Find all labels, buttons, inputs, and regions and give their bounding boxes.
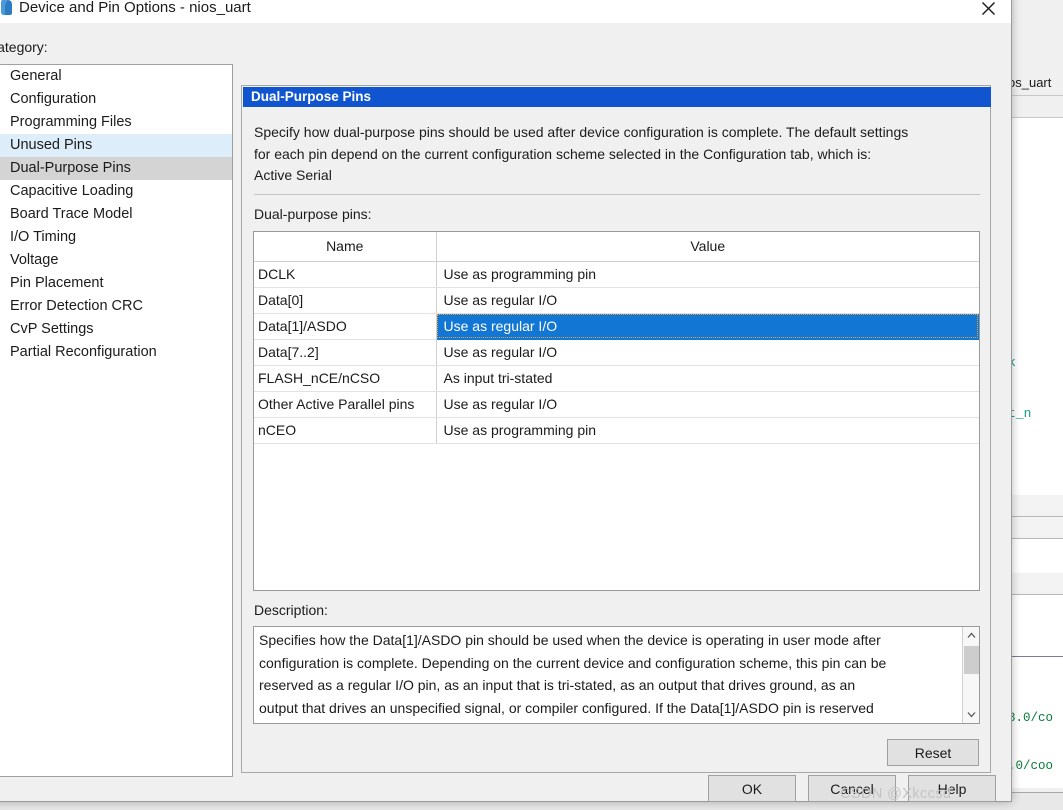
scroll-up-icon[interactable] — [963, 627, 979, 644]
table-row-selected[interactable]: Data[1]/ASDO Use as regular I/O — [254, 313, 979, 340]
column-header-value[interactable]: Value — [436, 232, 979, 262]
pin-value[interactable]: Use as regular I/O — [436, 287, 979, 314]
table-label: Dual-purpose pins: — [254, 206, 372, 222]
quartus-app-icon — [0, 0, 15, 16]
category-label: Category: — [0, 39, 48, 55]
code-line: k — [1008, 354, 1063, 371]
table-row[interactable]: nCEO Use as programming pin — [254, 417, 979, 444]
reset-button[interactable]: Reset — [887, 739, 979, 766]
message-row — [1008, 595, 1063, 635]
sidebar-item-voltage[interactable]: Voltage — [0, 249, 232, 272]
divider — [254, 194, 980, 195]
pin-name[interactable]: DCLK — [254, 261, 437, 288]
close-icon[interactable] — [965, 0, 1011, 23]
help-button[interactable]: Help — [908, 775, 996, 802]
sidebar-item-unused-pins[interactable]: Unused Pins — [0, 134, 232, 157]
description-line-4: output that drives an unspecified signal… — [259, 699, 874, 716]
sidebar-item-pin-placement[interactable]: Pin Placement — [0, 272, 232, 295]
log-line: .0/coo — [1008, 759, 1054, 773]
pane-description: Specify how dual-purpose pins should be … — [254, 122, 980, 187]
sidebar-item-programming-files[interactable]: Programming Files — [0, 111, 232, 134]
dialog-title: Device and Pin Options - nios_uart — [19, 0, 251, 16]
intro-line-2: for each pin depend on the current confi… — [254, 145, 872, 162]
pin-value-selected[interactable]: Use as regular I/O — [436, 313, 979, 340]
pin-name[interactable]: Data[7..2] — [254, 339, 437, 366]
description-scrollbar[interactable] — [962, 627, 979, 723]
cancel-button[interactable]: Cancel — [808, 775, 896, 802]
code-line: t_n — [1008, 406, 1032, 421]
dialog-titlebar[interactable]: Device and Pin Options - nios_uart — [0, 0, 1011, 23]
device-and-pin-options-dialog: Device and Pin Options - nios_uart Categ… — [0, 0, 1012, 802]
description-content: Specifies how the Data[1]/ASDO pin shoul… — [259, 629, 949, 723]
pin-name[interactable]: Other Active Parallel pins — [254, 391, 437, 418]
sidebar-item-error-detection-crc[interactable]: Error Detection CRC — [0, 295, 232, 318]
description-label: Description: — [254, 602, 328, 618]
category-list[interactable]: General Configuration Programming Files … — [0, 64, 233, 777]
sidebar-item-partial-reconfiguration[interactable]: Partial Reconfiguration — [0, 341, 232, 364]
background-message-rows — [1008, 455, 1063, 678]
description-line-2: configuration is complete. Depending on … — [259, 654, 887, 671]
sidebar-item-board-trace-model[interactable]: Board Trace Model — [0, 203, 232, 226]
dialog-body: Category: General Configuration Programm… — [0, 23, 1011, 802]
table-row[interactable]: FLASH_nCE/nCSO As input tri-stated — [254, 365, 979, 392]
pin-name[interactable]: Data[1]/ASDO — [254, 313, 437, 340]
sidebar-item-io-timing[interactable]: I/O Timing — [0, 226, 232, 249]
pin-name[interactable]: FLASH_nCE/nCSO — [254, 365, 437, 392]
intro-line-1: Specify how dual-purpose pins should be … — [254, 124, 909, 140]
table-row[interactable]: DCLK Use as programming pin — [254, 261, 979, 288]
dual-purpose-pins-table[interactable]: Name Value DCLK Use as programming pin D… — [253, 231, 980, 591]
dual-purpose-pins-pane: Dual-Purpose Pins Specify how dual-purpo… — [241, 85, 991, 773]
sidebar-item-general[interactable]: General — [0, 65, 232, 88]
pin-value[interactable]: Use as regular I/O — [436, 391, 979, 418]
message-row — [1008, 573, 1063, 595]
table-row[interactable]: Other Active Parallel pins Use as regula… — [254, 391, 979, 418]
pin-value[interactable]: Use as regular I/O — [436, 339, 979, 366]
message-row — [1008, 635, 1063, 657]
code-blank-space — [1008, 152, 1063, 320]
sidebar-item-cvp-settings[interactable]: CvP Settings — [0, 318, 232, 341]
background-editor-toolbar — [1008, 96, 1063, 118]
pin-name[interactable]: Data[0] — [254, 287, 437, 314]
description-line-5: as a regular I/O pin, the Data[1]/ASDO p… — [259, 719, 949, 723]
scroll-down-icon[interactable] — [963, 706, 979, 723]
description-textbox[interactable]: Specifies how the Data[1]/ASDO pin shoul… — [253, 626, 980, 724]
sidebar-item-configuration[interactable]: Configuration — [0, 88, 232, 111]
table-row[interactable]: Data[0] Use as regular I/O — [254, 287, 979, 314]
scrollbar-thumb[interactable] — [964, 646, 979, 674]
pin-value[interactable]: Use as programming pin — [436, 261, 979, 288]
description-line-3: reserved as a regular I/O pin, as an inp… — [259, 677, 856, 693]
pin-value[interactable]: Use as programming pin — [436, 417, 979, 444]
message-row — [1008, 455, 1063, 495]
column-header-name[interactable]: Name — [254, 232, 437, 262]
ok-button[interactable]: OK — [708, 775, 796, 802]
message-row — [1008, 517, 1063, 539]
background-editor-tab[interactable]: os_uart — [1008, 70, 1063, 96]
pin-value[interactable]: As input tri-stated — [436, 365, 979, 392]
log-line: 8.0/co — [1008, 711, 1054, 725]
message-row — [1008, 539, 1063, 573]
dialog-footer: OK Cancel Help — [0, 775, 1011, 802]
sidebar-item-capacitive-loading[interactable]: Capacitive Loading — [0, 180, 232, 203]
sidebar-item-dual-purpose-pins[interactable]: Dual-Purpose Pins — [0, 157, 232, 180]
table-header-row: Name Value — [254, 232, 979, 262]
table-row[interactable]: Data[7..2] Use as regular I/O — [254, 339, 979, 366]
message-row — [1008, 495, 1063, 517]
background-log-panel: 8.0/co .0/coo 184 0/c t/pri/ — [1008, 678, 1063, 788]
pin-name[interactable]: nCEO — [254, 417, 437, 444]
description-line-1: Specifies how the Data[1]/ASDO pin shoul… — [259, 632, 881, 648]
intro-line-3-scheme: Active Serial — [254, 167, 332, 183]
pane-title: Dual-Purpose Pins — [243, 87, 991, 107]
